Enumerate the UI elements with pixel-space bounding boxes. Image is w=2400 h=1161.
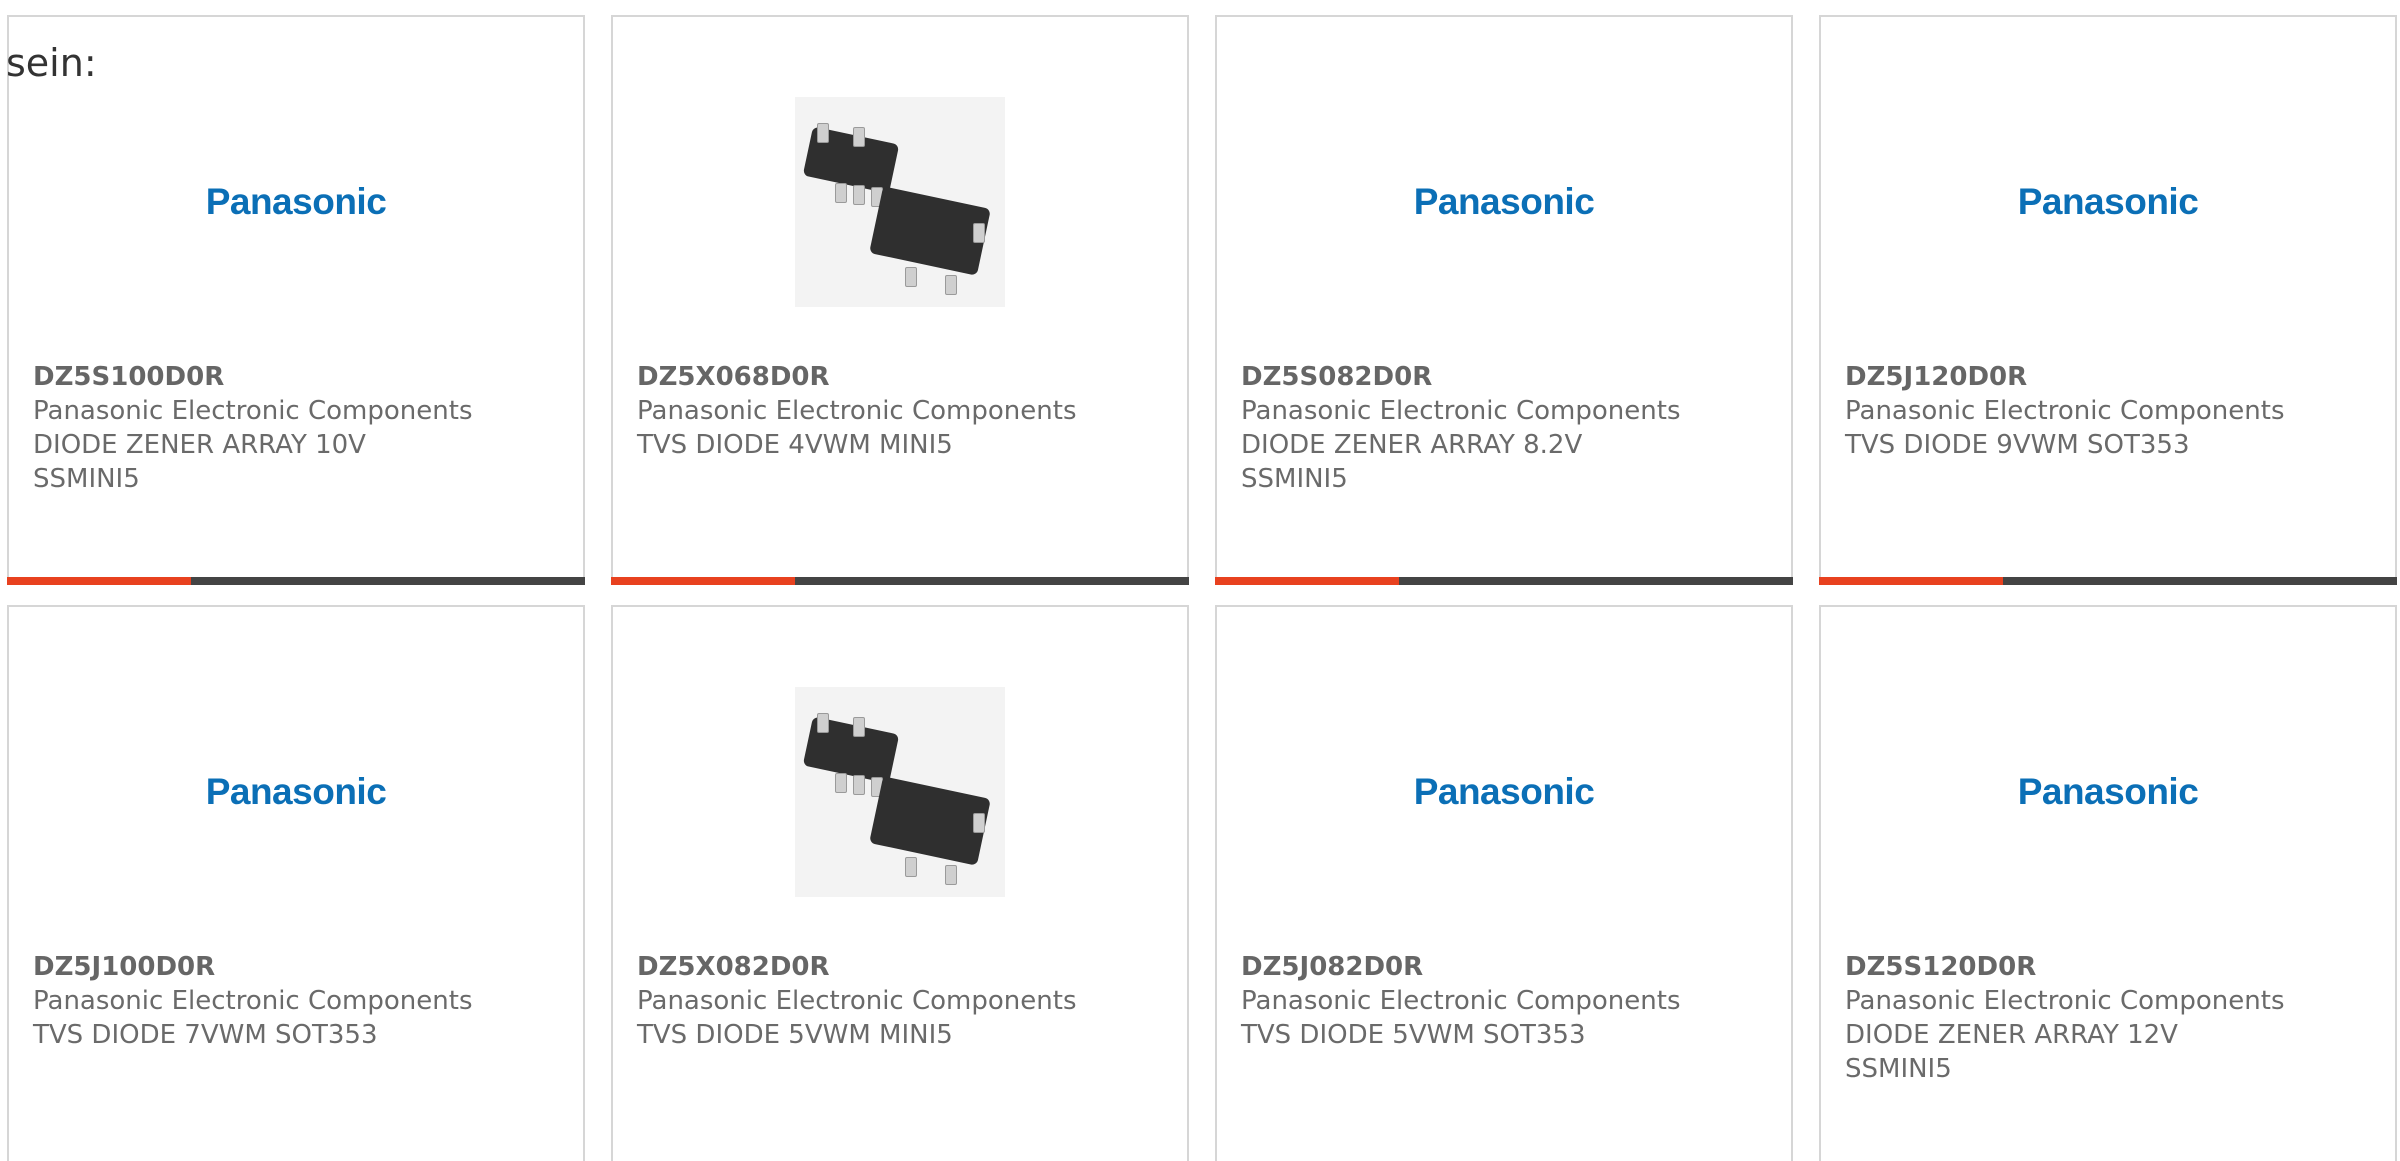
part-number-link[interactable]: DZ5J100D0R [33, 950, 563, 984]
part-number-link[interactable]: DZ5J082D0R [1241, 950, 1771, 984]
product-card[interactable]: Panasonic DZ5S082D0R Panasonic Electronic … [1215, 15, 1793, 585]
product-info: DZ5J100D0R Panasonic Electronic Component… [33, 950, 563, 1052]
product-description: TVS DIODE 4VWM MINI5 [637, 430, 953, 460]
card-footer-bar [611, 577, 1189, 585]
product-image[interactable]: Panasonic [1217, 682, 1791, 902]
product-image[interactable] [613, 92, 1187, 312]
manufacturer-name: Panasonic Electronic Components [33, 396, 473, 426]
manufacturer-name: Panasonic Electronic Components [637, 986, 1077, 1016]
card-accent-bar [611, 577, 795, 585]
part-number-link[interactable]: DZ5S100D0R [33, 360, 563, 394]
product-info: DZ5J082D0R Panasonic Electronic Component… [1241, 950, 1771, 1052]
product-description: DIODE ZENER ARRAY 10V SSMINI5 [33, 430, 366, 494]
product-info: DZ5J120D0R Panasonic Electronic Component… [1845, 360, 2375, 462]
product-info: DZ5S100D0R Panasonic Electronic Component… [33, 360, 563, 496]
panasonic-logo: Panasonic [1413, 181, 1595, 222]
product-info: DZ5S082D0R Panasonic Electronic Component… [1241, 360, 1771, 496]
product-image[interactable]: Panasonic [1821, 92, 2395, 312]
card-footer-bar [7, 577, 585, 585]
product-description: TVS DIODE 7VWM SOT353 [33, 1020, 378, 1050]
manufacturer-name: Panasonic Electronic Components [1241, 396, 1681, 426]
product-image[interactable] [613, 682, 1187, 902]
product-card[interactable]: DZ5X068D0R Panasonic Electronic Component… [611, 15, 1189, 585]
part-number-link[interactable]: DZ5S120D0R [1845, 950, 2375, 984]
part-number-link[interactable]: DZ5J120D0R [1845, 360, 2375, 394]
manufacturer-name: Panasonic Electronic Components [1845, 396, 2285, 426]
product-card[interactable]: DZ5X082D0R Panasonic Electronic Component… [611, 605, 1189, 1161]
product-image[interactable]: Panasonic [9, 682, 583, 902]
manufacturer-name: Panasonic Electronic Components [33, 986, 473, 1016]
part-number-link[interactable]: DZ5X082D0R [637, 950, 1167, 984]
product-description: DIODE ZENER ARRAY 8.2V SSMINI5 [1241, 430, 1583, 494]
product-listing-page: sein: Panasonic DZ5S100D0R Panasonic Elect… [0, 0, 2400, 1161]
product-description: TVS DIODE 5VWM MINI5 [637, 1020, 953, 1050]
product-description: TVS DIODE 5VWM SOT353 [1241, 1020, 1586, 1050]
product-card[interactable]: Panasonic DZ5S120D0R Panasonic Electronic … [1819, 605, 2397, 1161]
manufacturer-name: Panasonic Electronic Components [1845, 986, 2285, 1016]
manufacturer-name: Panasonic Electronic Components [1241, 986, 1681, 1016]
product-description: TVS DIODE 9VWM SOT353 [1845, 430, 2190, 460]
card-accent-bar [1215, 577, 1399, 585]
product-info: DZ5S120D0R Panasonic Electronic Component… [1845, 950, 2375, 1086]
product-card[interactable]: Panasonic DZ5J100D0R Panasonic Electronic … [7, 605, 585, 1161]
part-number-link[interactable]: DZ5S082D0R [1241, 360, 1771, 394]
panasonic-logo: Panasonic [205, 181, 387, 222]
product-image[interactable]: Panasonic [1217, 92, 1791, 312]
part-number-link[interactable]: DZ5X068D0R [637, 360, 1167, 394]
sot-package-photo [795, 97, 1005, 307]
panasonic-logo: Panasonic [1413, 771, 1595, 812]
product-info: DZ5X068D0R Panasonic Electronic Component… [637, 360, 1167, 462]
card-accent-bar [1819, 577, 2003, 585]
product-info: DZ5X082D0R Panasonic Electronic Component… [637, 950, 1167, 1052]
product-image[interactable]: Panasonic [9, 92, 583, 312]
sot-package-photo [795, 687, 1005, 897]
panasonic-logo: Panasonic [205, 771, 387, 812]
product-card[interactable]: Panasonic DZ5S100D0R Panasonic Electronic … [7, 15, 585, 585]
product-card[interactable]: Panasonic DZ5J082D0R Panasonic Electronic … [1215, 605, 1793, 1161]
product-description: DIODE ZENER ARRAY 12V SSMINI5 [1845, 1020, 2178, 1084]
card-footer-bar [1215, 577, 1793, 585]
lead-text: sein: [6, 41, 97, 85]
card-accent-bar [7, 577, 191, 585]
panasonic-logo: Panasonic [2017, 181, 2199, 222]
product-card[interactable]: Panasonic DZ5J120D0R Panasonic Electronic … [1819, 15, 2397, 585]
panasonic-logo: Panasonic [2017, 771, 2199, 812]
product-image[interactable]: Panasonic [1821, 682, 2395, 902]
card-footer-bar [1819, 577, 2397, 585]
manufacturer-name: Panasonic Electronic Components [637, 396, 1077, 426]
